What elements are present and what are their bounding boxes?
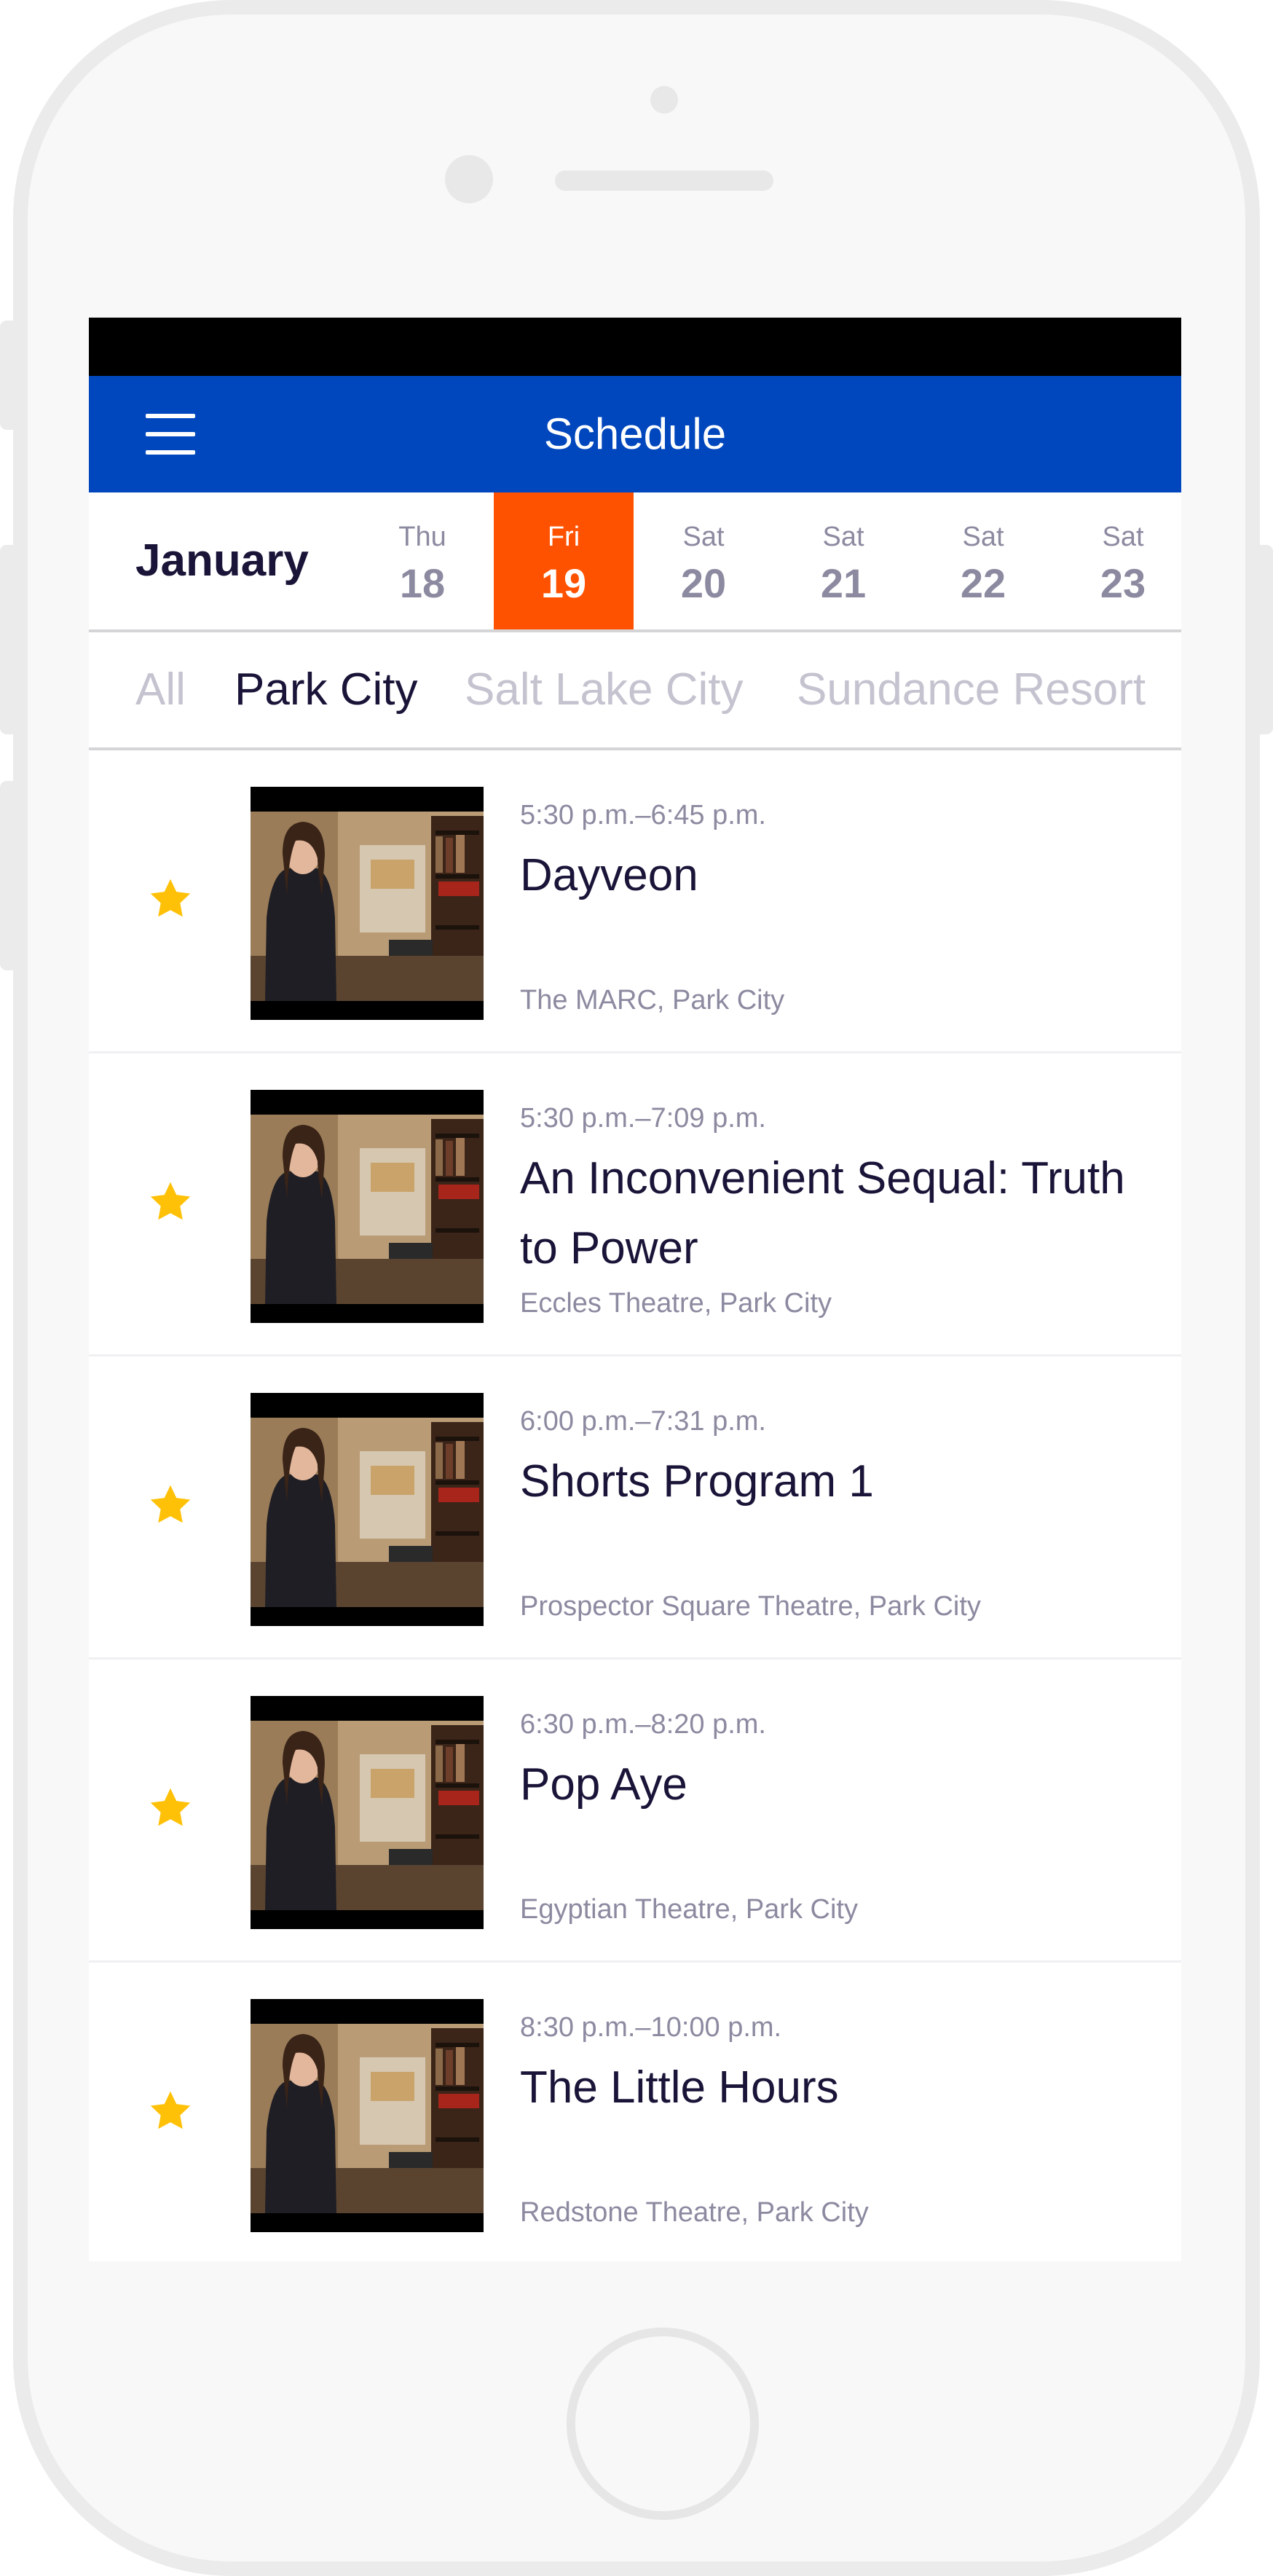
- day-number: 19: [540, 560, 587, 606]
- screening-row[interactable]: 5:30 p.m.–6:45 p.m. Dayveon The MARC, Pa…: [89, 750, 1181, 1053]
- star-icon[interactable]: [146, 2088, 195, 2135]
- day-number: 22: [960, 560, 1006, 606]
- screening-venue: The MARC, Park City: [520, 985, 785, 1016]
- day-tab[interactable]: Thu 18: [352, 492, 492, 629]
- day-tab[interactable]: Sat 23: [1053, 492, 1181, 629]
- day-tab[interactable]: Sat 20: [634, 492, 773, 629]
- screening-time: 6:00 p.m.–7:31 p.m.: [520, 1406, 766, 1437]
- screening-venue: Egyptian Theatre, Park City: [520, 1894, 858, 1925]
- day-number: 21: [820, 560, 867, 606]
- film-title: An Inconvenient Sequal: Truth to Power: [520, 1153, 1125, 1273]
- day-number: 18: [399, 560, 446, 606]
- film-thumbnail: [251, 1090, 484, 1323]
- front-camera: [650, 86, 678, 114]
- film-thumbnail: [251, 1696, 484, 1929]
- location-tab-all[interactable]: All: [135, 632, 186, 747]
- page-title: Schedule: [543, 409, 727, 458]
- star-icon[interactable]: [146, 1482, 195, 1528]
- volume-down-button: [0, 781, 13, 970]
- app-screen: Schedule January Thu 18 Fri 19 Sat 20 Sa…: [89, 318, 1181, 2261]
- screening-time: 8:30 p.m.–10:00 p.m.: [520, 2012, 782, 2043]
- status-bar: [89, 318, 1181, 376]
- day-tab[interactable]: Sat 22: [913, 492, 1053, 629]
- mute-switch: [0, 321, 13, 430]
- film-title: Pop Aye: [520, 1759, 687, 1810]
- screening-venue: Prospector Square Theatre, Park City: [520, 1591, 981, 1622]
- home-button[interactable]: [567, 2328, 759, 2520]
- screening-time: 6:30 p.m.–8:20 p.m.: [520, 1709, 766, 1740]
- star-icon[interactable]: [146, 876, 195, 922]
- location-filter: All Park City Salt Lake City Sundance Re…: [89, 632, 1181, 750]
- film-title: The Little Hours: [520, 2062, 839, 2113]
- film-thumbnail: [251, 787, 484, 1020]
- earpiece-speaker: [555, 170, 773, 191]
- location-tab-salt-lake-city[interactable]: Salt Lake City: [465, 632, 744, 747]
- screening-time: 5:30 p.m.–6:45 p.m.: [520, 800, 766, 830]
- screening-time: 5:30 p.m.–7:09 p.m.: [520, 1103, 766, 1134]
- hamburger-menu-icon[interactable]: [146, 414, 195, 455]
- power-button: [1260, 545, 1273, 734]
- screening-row[interactable]: 5:30 p.m.–7:09 p.m. An Inconvenient Sequ…: [89, 1053, 1181, 1356]
- screening-row[interactable]: 8:30 p.m.–10:00 p.m. The Little Hours Re…: [89, 1963, 1181, 2261]
- volume-up-button: [0, 545, 13, 734]
- film-title: Dayveon: [520, 850, 698, 900]
- day-of-week: Sat: [1102, 522, 1144, 552]
- date-selector: January Thu 18 Fri 19 Sat 20 Sat 21 Sat …: [89, 492, 1181, 632]
- location-tab-park-city[interactable]: Park City: [234, 632, 417, 747]
- film-thumbnail: [251, 1999, 484, 2232]
- day-of-week: Thu: [398, 522, 446, 552]
- screening-row[interactable]: 6:00 p.m.–7:31 p.m. Shorts Program 1 Pro…: [89, 1356, 1181, 1660]
- app-header: Schedule: [89, 376, 1181, 492]
- film-title: Shorts Program 1: [520, 1456, 874, 1507]
- day-of-week: Fri: [547, 522, 580, 552]
- day-tab[interactable]: Sat 21: [773, 492, 913, 629]
- month-label: January: [135, 535, 309, 586]
- screening-venue: Redstone Theatre, Park City: [520, 2197, 869, 2228]
- day-number: 23: [1100, 560, 1146, 606]
- day-number: 20: [680, 560, 727, 606]
- screening-row[interactable]: 6:30 p.m.–8:20 p.m. Pop Aye Egyptian The…: [89, 1660, 1181, 1963]
- day-tab-selected[interactable]: Fri 19: [494, 492, 634, 629]
- proximity-sensor: [445, 155, 493, 203]
- day-of-week: Sat: [822, 522, 864, 552]
- star-icon[interactable]: [146, 1785, 195, 1831]
- day-of-week: Sat: [682, 522, 725, 552]
- screening-venue: Eccles Theatre, Park City: [520, 1288, 832, 1319]
- day-of-week: Sat: [962, 522, 1004, 552]
- star-icon[interactable]: [146, 1179, 195, 1225]
- film-thumbnail: [251, 1393, 484, 1626]
- location-tab-sundance-resort[interactable]: Sundance Resort: [797, 632, 1146, 747]
